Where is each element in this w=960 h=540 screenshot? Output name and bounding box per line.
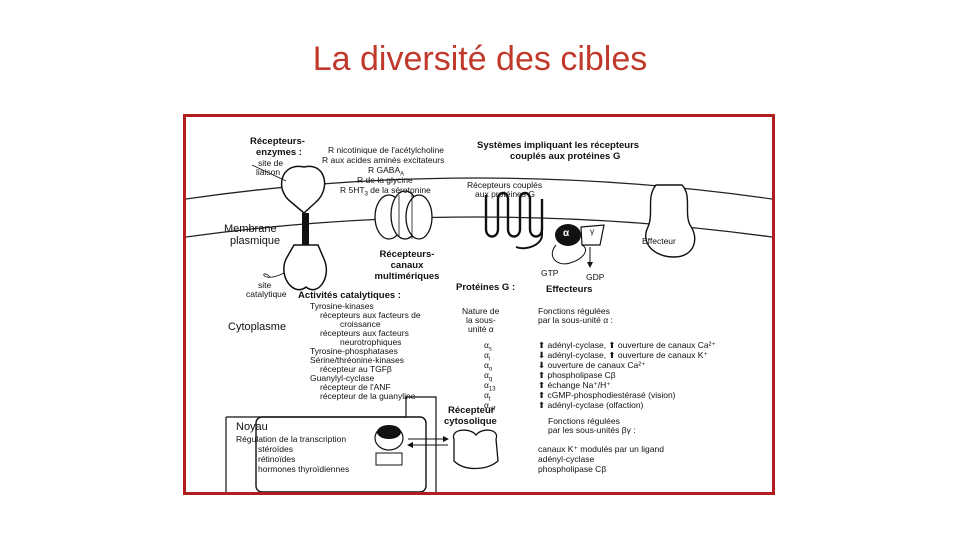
nature-l3: unité α [468, 324, 494, 334]
bg-line-2: phospholipase Cβ [538, 464, 607, 474]
fonctions-alpha-l2: par la sous-unité α : [538, 315, 613, 325]
site-liaison-l2: liaison [256, 167, 281, 177]
noyau-title: Noyau [236, 421, 268, 433]
site-catalytique-l2: catalytique [246, 289, 287, 299]
cytoplasme-label: Cytoplasme [228, 321, 287, 333]
canaux-title-l1: Récepteurs- [379, 249, 435, 260]
receptor-enzyme-ligand-site [280, 165, 326, 214]
cytosolique-l1: Récepteur [448, 405, 495, 416]
effecteur-label: Effecteur [642, 236, 676, 246]
membrane-l1: Membrane [224, 223, 277, 235]
gpcr-serpentine [484, 191, 544, 238]
membrane-l2: plasmique [230, 235, 281, 247]
nuclear-ligand [377, 425, 401, 439]
canaux-item-4: R 5HT3 de la sérotonine [340, 185, 431, 198]
activites-title: Activités catalytiques : [298, 290, 401, 301]
cytosolique-l2: cytosolique [444, 416, 497, 427]
receptor-enzyme-catalytic-domain [283, 244, 327, 291]
gdp-label: GDP [586, 272, 605, 282]
alpha-label: α [563, 228, 570, 239]
cytosolic-receptor [452, 429, 499, 470]
effecteurs-title: Effecteurs [546, 284, 593, 295]
systemes-title-l1: Systèmes impliquant les récepteurs [477, 140, 640, 151]
proteines-g-title: Protéines G : [456, 282, 516, 293]
gtp-label: GTP [541, 268, 559, 278]
noyau-line-3: hormones thyroïdiennes [258, 464, 350, 474]
canaux-title-l3: multimériques [374, 271, 440, 282]
receptor-enzyme-transmembrane [302, 213, 309, 245]
diagram-frame: Récepteurs- enzymes : site de liaison si… [183, 114, 775, 495]
enzymes-title-l1: Récepteurs- [250, 136, 305, 147]
fonctions-bg-l2: par les sous-unités βγ : [548, 425, 636, 435]
systemes-title-l2: couplés aux protéines G [510, 151, 621, 162]
gtp-gdp-cycle [551, 244, 586, 265]
enzymes-title-l2: enzymes : [256, 147, 302, 158]
slide-title: La diversité des cibles [312, 40, 648, 78]
activites-line-10: récepteur de la guanyline [320, 391, 416, 401]
site-catalytique-pointer [263, 272, 285, 278]
effect-line-6: ⬆ adényl-cyclase (olfaction) [538, 400, 644, 410]
canaux-title-l2: canaux [390, 260, 424, 271]
gamma-label: γ [590, 226, 595, 236]
couples-l2: aux protéines G [475, 189, 536, 199]
